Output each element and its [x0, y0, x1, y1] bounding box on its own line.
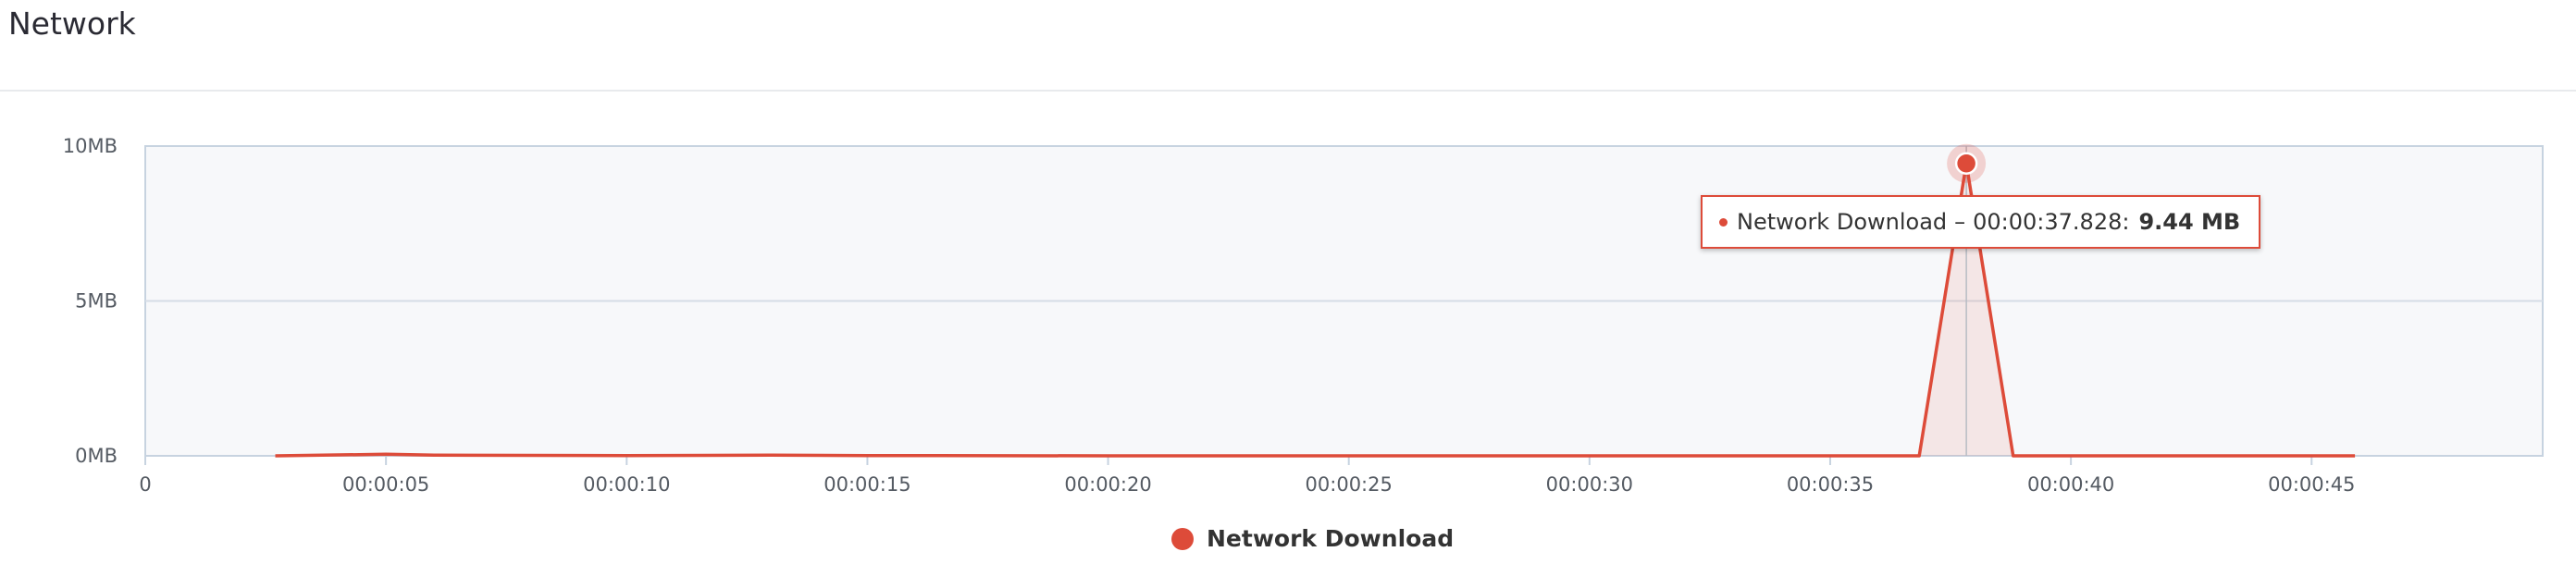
- chart-tooltip: Network Download – 00:00:37.828: 9.44 MB: [1701, 195, 2261, 249]
- x-tick-label: 00:00:15: [824, 473, 910, 496]
- x-tick-label: 00:00:25: [1306, 473, 1393, 496]
- tooltip-series-dot: [1719, 217, 1728, 227]
- x-tick-label: 0: [139, 473, 151, 496]
- y-tick-label: 10MB: [63, 135, 118, 157]
- y-axis-ticks: 0MB 5MB 10MB: [63, 135, 118, 467]
- x-tick-label: 00:00:45: [2268, 473, 2355, 496]
- tooltip-series-name: Network Download: [1737, 209, 1948, 235]
- x-tick-label: 00:00:30: [1546, 473, 1633, 496]
- x-axis-ticks: 0 00:00:05 00:00:10 00:00:15 00:00:20 00:00:2…: [139, 456, 2355, 496]
- tooltip-separator: –: [1954, 209, 1966, 235]
- x-tick-label: 00:00:05: [342, 473, 429, 496]
- y-tick-label: 5MB: [75, 290, 118, 313]
- legend-swatch: [1171, 527, 1194, 550]
- hover-point-marker[interactable]: [1954, 152, 1978, 176]
- legend-item-network-download[interactable]: Network Download: [1171, 525, 1454, 552]
- network-chart[interactable]: 0MB 5MB 10MB 0 00:00:05 00:00:10 00:00:15 00:0…: [0, 0, 2576, 564]
- x-tick-label: 00:00:10: [583, 473, 670, 496]
- x-tick-label: 00:00:40: [2027, 473, 2114, 496]
- x-tick-label: 00:00:35: [1787, 473, 1874, 496]
- y-tick-label: 0MB: [75, 445, 118, 467]
- x-tick-label: 00:00:20: [1064, 473, 1151, 496]
- legend-label: Network Download: [1207, 525, 1455, 552]
- tooltip-value: 9.44 MB: [2138, 209, 2241, 235]
- tooltip-time: 00:00:37.828:: [1973, 209, 2130, 235]
